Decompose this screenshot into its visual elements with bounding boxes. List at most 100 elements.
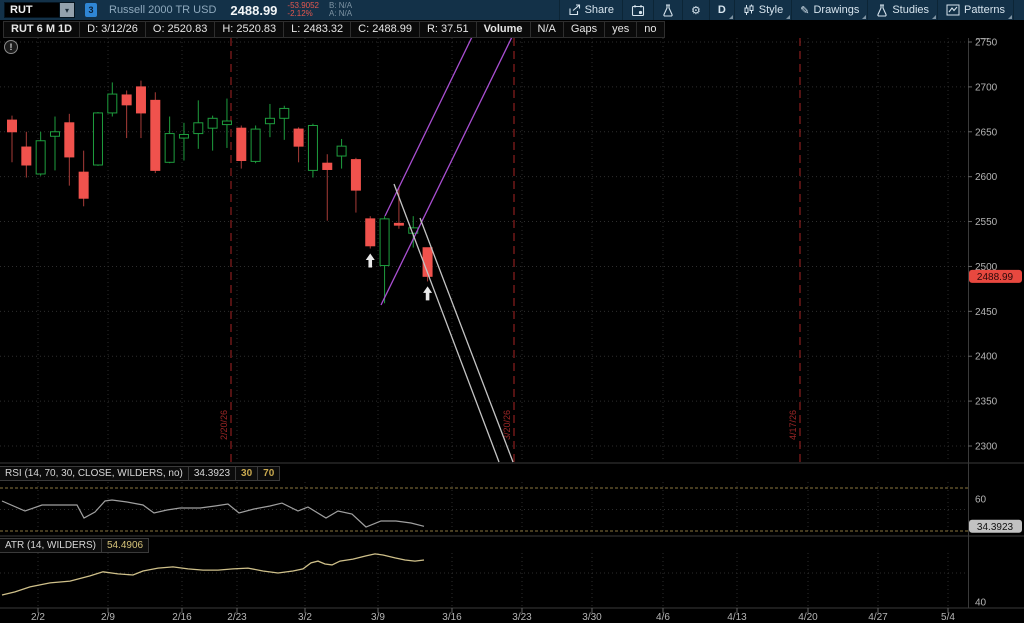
symbol-input[interactable]: RUT [4,2,60,18]
bar-low: L: 2483.32 [283,21,351,38]
purple-trendline [385,38,472,216]
bar-open: O: 2520.83 [145,21,215,38]
toolbar-buttons: Share ⚙ D [559,0,1014,20]
candle-body [122,95,131,105]
candle-body [8,120,17,132]
symbol-description: Russell 2000 TR USD [109,4,216,16]
candle-body [208,118,217,128]
gray-trendline [420,218,513,462]
time-axis-label: 4/13 [727,612,747,623]
atr-line [2,554,424,595]
trend-drawings [381,38,513,462]
price-axis-label: 2650 [975,127,998,138]
candle-body [50,132,59,136]
candle-body [222,121,231,125]
share-icon [568,4,581,16]
candle-body [65,123,74,157]
atr-study-label[interactable]: ATR (14, WILDERS) [0,538,102,553]
gaps-yes-toggle[interactable]: yes [604,21,637,38]
dropdown-caret [932,15,936,19]
settings-button[interactable]: ⚙ [682,0,709,20]
patterns-button[interactable]: Patterns [937,0,1014,20]
studies-flask-icon [876,4,888,17]
ask-value: A: N/A [329,10,352,18]
price-axis-label: 2750 [975,38,998,49]
analyze-button[interactable] [653,0,682,20]
gaps-label: Gaps [563,21,605,38]
candle-body [79,172,88,198]
buy-signal-arrow [423,286,432,300]
candle-body [151,100,160,170]
time-axis-label: 2/16 [172,612,192,623]
time-axis-label: 2/23 [227,612,247,623]
signal-arrows [366,253,432,300]
expiration-lines: 2/20/263/20/264/17/26 [219,38,800,462]
atr-axis-label: 40 [975,598,987,609]
chart-alert-icon[interactable]: ! [4,40,18,54]
trading-platform-window: RUT ▾ 3 Russell 2000 TR USD 2488.99 -53.… [0,0,1024,623]
grid-lines [0,38,968,607]
candle-body [380,219,389,266]
style-button[interactable]: Style [734,0,791,20]
drawings-button[interactable]: ✎ Drawings [791,0,867,20]
ohlc-readout-bar: RUT 6 M 1D D: 3/12/26 O: 2520.83 H: 2520… [0,20,1024,38]
dropdown-caret [786,15,790,19]
time-axis-label: 3/30 [582,612,602,623]
last-price-bubble-text: 2488.99 [977,272,1014,283]
rsi-study-header: RSI (14, 70, 30, CLOSE, WILDERS, no) 34.… [0,466,280,481]
rsi-current-value: 34.3923 [188,466,236,481]
gear-icon: ⚙ [691,5,701,16]
share-button[interactable]: Share [559,0,622,20]
drawings-label: Drawings [813,4,859,16]
patterns-label: Patterns [964,4,1005,16]
price-axis-label: 2300 [975,442,998,453]
price-axis-label: 2550 [975,217,998,228]
chart-link-badge[interactable]: 3 [85,3,97,17]
candle-body [194,123,203,134]
time-axis-label: 3/16 [442,612,462,623]
candle-body [308,125,317,170]
studies-button[interactable]: Studies [867,0,937,20]
candle-body [337,146,346,156]
expiration-label: 2/20/26 [219,410,229,440]
rsi-line [2,500,424,527]
candle-body [394,223,403,225]
rsi-study-label[interactable]: RSI (14, 70, 30, CLOSE, WILDERS, no) [0,466,189,481]
time-axis-label: 3/2 [298,612,312,623]
gaps-no-toggle[interactable]: no [636,21,664,38]
bid-ask: B: N/A A: N/A [329,2,352,18]
top-toolbar: RUT ▾ 3 Russell 2000 TR USD 2488.99 -53.… [0,0,1024,20]
last-price: 2488.99 [230,3,277,18]
symbol-dropdown-button[interactable]: ▾ [60,2,75,18]
bar-range: R: 37.51 [419,21,477,38]
rsi-axis-label: 60 [975,494,987,505]
bar-close: C: 2488.99 [350,21,420,38]
candle-body [93,113,102,165]
rsi-overbought-level[interactable]: 70 [257,466,280,481]
symbol-box: RUT ▾ [4,2,75,18]
share-label: Share [585,4,614,16]
flask-icon [662,4,674,17]
candle-body [108,94,117,113]
buy-signal-arrow [366,253,375,267]
dropdown-caret [1008,15,1012,19]
price-axis-label: 2600 [975,172,998,183]
atr-current-value: 54.4906 [101,538,149,553]
timeframe-label: D [718,4,726,16]
price-chart-canvas[interactable]: 2/20/263/20/264/17/26 2750 2700 2650 2600 255… [0,38,1024,623]
timeframe-button[interactable]: D [709,0,734,20]
candle-body [251,129,260,161]
dropdown-caret [729,15,733,19]
candlesticks [8,81,433,304]
rsi-oversold-level[interactable]: 30 [235,466,258,481]
rsi-value-bubble-text: 34.3923 [977,522,1014,533]
bar-high: H: 2520.83 [214,21,284,38]
volume-toggle[interactable]: Volume [476,21,531,38]
time-axis-label: 5/4 [941,612,955,623]
price-change: -53.9052 -2.12% [287,2,319,18]
price-axis-label: 2700 [975,82,998,93]
volume-value: N/A [530,21,564,38]
events-button[interactable] [622,0,653,20]
style-label: Style [759,4,783,16]
pencil-icon: ✎ [800,5,809,16]
